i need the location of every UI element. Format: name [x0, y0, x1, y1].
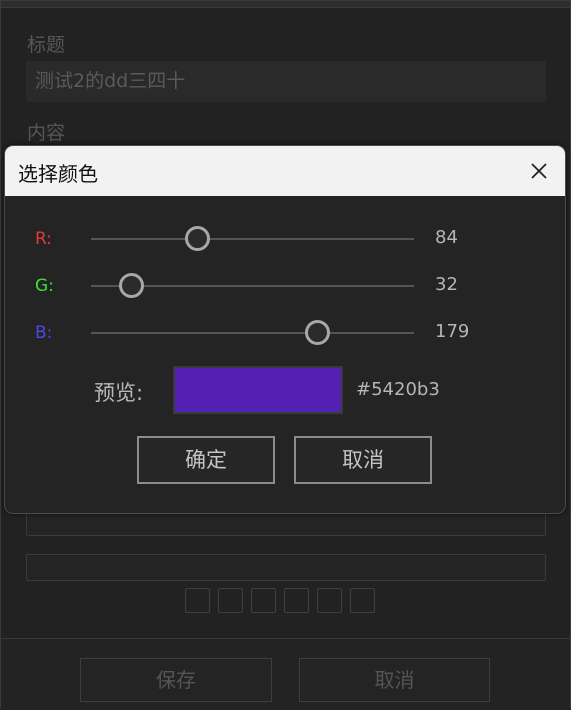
content-label: 内容 — [27, 122, 66, 144]
green-slider-thumb[interactable] — [118, 272, 144, 298]
blue-label: B: — [35, 323, 53, 343]
color-swatch-slot[interactable] — [251, 588, 276, 613]
green-value: 32 — [435, 274, 458, 295]
hex-value: #5420b3 — [356, 379, 440, 400]
red-label: R: — [35, 229, 53, 249]
preview-label: 预览: — [94, 381, 144, 405]
dialog-title: 选择颜色 — [18, 162, 98, 186]
preview-swatch — [173, 366, 343, 414]
ok-button[interactable]: 确定 — [137, 436, 275, 484]
close-icon[interactable] — [523, 155, 555, 187]
editor-cancel-button[interactable]: 取消 — [299, 658, 490, 702]
red-slider-thumb[interactable] — [184, 225, 210, 251]
blue-slider-thumb[interactable] — [305, 319, 331, 345]
color-picker-dialog: 选择颜色 R: 84 G: 32 B: 179 预览: #5420b3 确定 取… — [4, 145, 566, 514]
color-swatch-slot[interactable] — [317, 588, 342, 613]
title-label: 标题 — [27, 34, 66, 56]
title-input[interactable]: 测试2的dd三四十 — [26, 61, 546, 102]
color-swatch-slot[interactable] — [284, 588, 309, 613]
color-swatch-row — [185, 588, 375, 613]
save-button[interactable]: 保存 — [80, 658, 272, 702]
tag-field[interactable] — [26, 554, 546, 581]
red-value: 84 — [435, 227, 458, 248]
dialog-titlebar: 选择颜色 — [5, 146, 565, 196]
green-label: G: — [35, 276, 54, 296]
green-slider[interactable] — [91, 272, 414, 298]
blue-slider[interactable] — [91, 319, 414, 345]
red-slider[interactable] — [91, 225, 414, 251]
editor-topbar — [1, 1, 570, 8]
color-swatch-slot[interactable] — [185, 588, 210, 613]
content-field[interactable] — [26, 512, 546, 536]
color-swatch-slot[interactable] — [218, 588, 243, 613]
color-swatch-slot[interactable] — [350, 588, 375, 613]
cancel-button[interactable]: 取消 — [294, 436, 432, 484]
blue-value: 179 — [435, 321, 470, 342]
